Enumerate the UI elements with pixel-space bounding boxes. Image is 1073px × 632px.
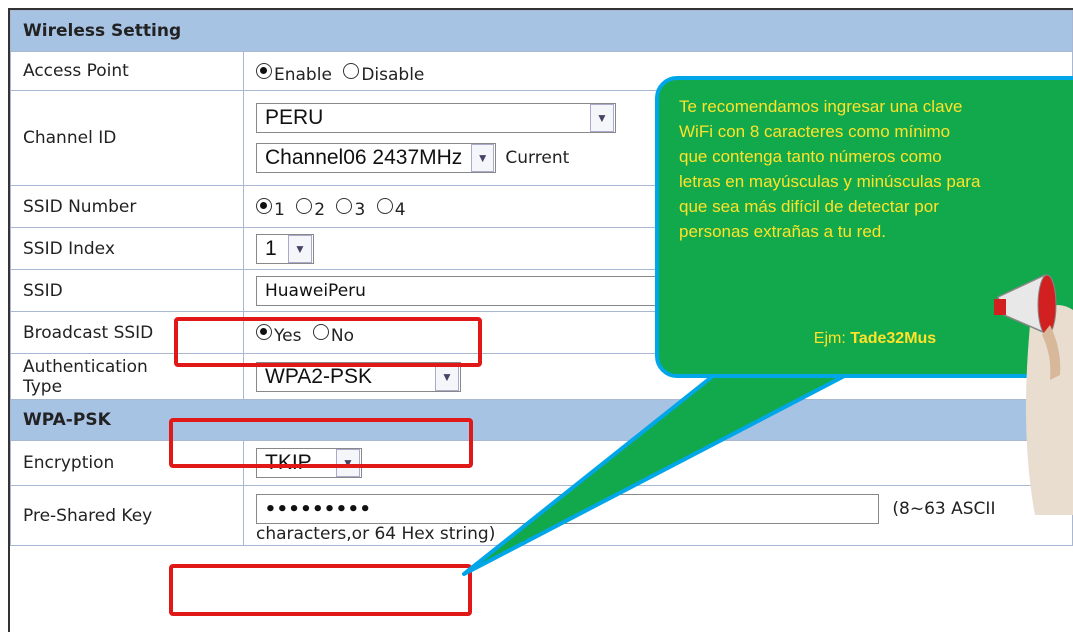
callout-line: que sea más difícil de detectar por	[679, 197, 939, 216]
callout-line: WiFi con 8 caracteres como mínimo	[679, 122, 951, 141]
callout-line: Te recomendamos ingresar una clave	[679, 97, 963, 116]
callout-line: que contenga tanto números como	[679, 147, 942, 166]
megaphone-person-icon	[994, 273, 1073, 515]
callout-line: letras en mayúsculas y minúsculas para	[679, 172, 981, 191]
callout-line: personas extrañas a tu red.	[679, 222, 886, 241]
